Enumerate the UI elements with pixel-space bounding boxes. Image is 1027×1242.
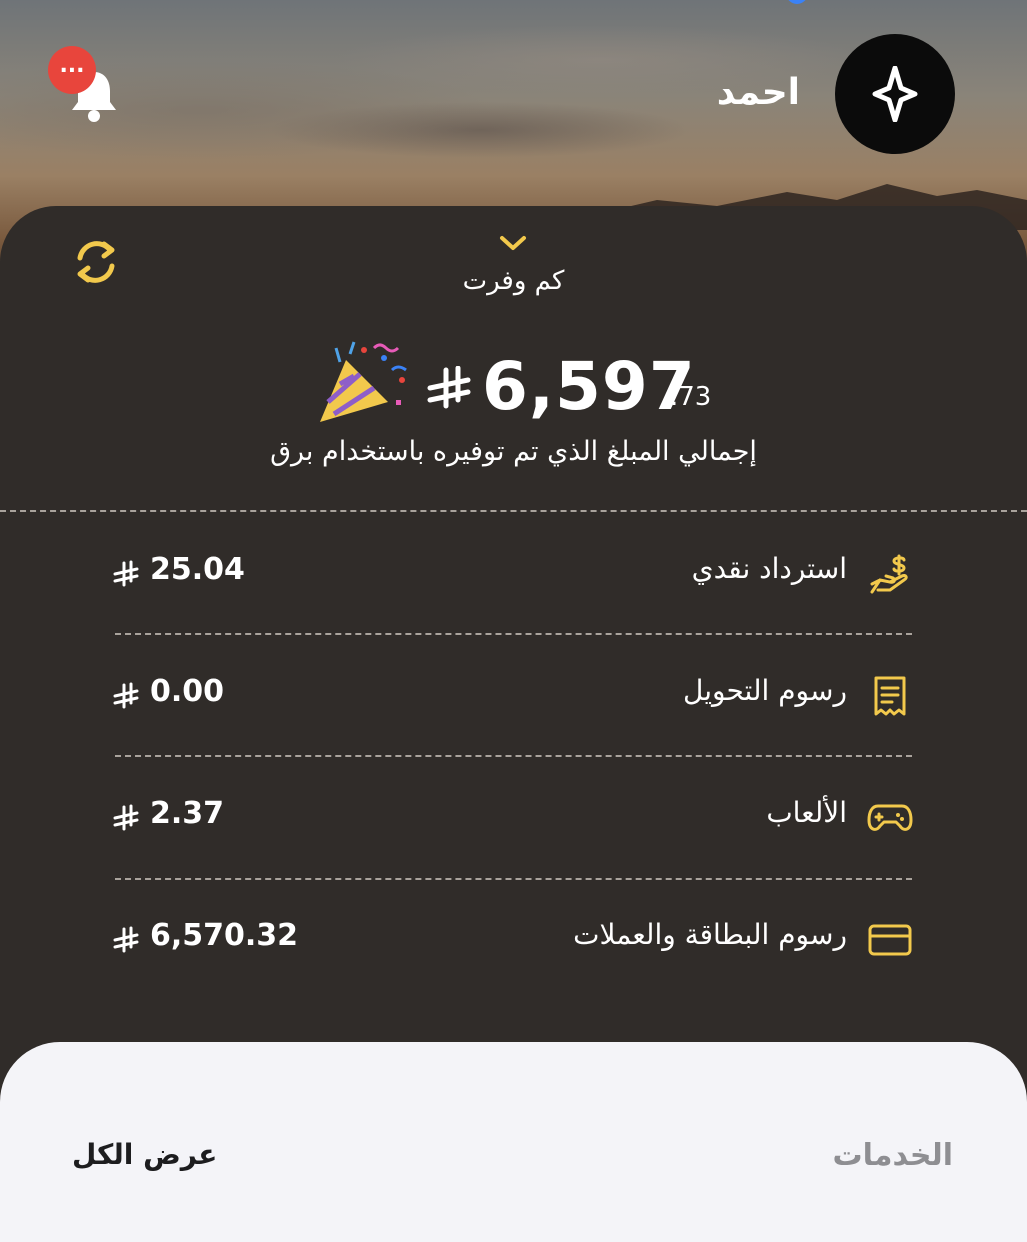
savings-subtitle: إجمالي المبلغ الذي تم توفيره باستخدام بر… [270,436,757,467]
total-amount: 6,597 [482,348,696,425]
notification-badge: ... [48,46,96,94]
savings-toggle-label[interactable]: كم وفرت [0,266,1027,296]
gamepad-icon [867,804,913,831]
breakdown-label: استرداد نقدي [691,552,847,585]
breakdown-amount: 25.04 [150,552,245,587]
riyal-currency-icon [113,682,139,709]
party-popper-icon [320,341,407,422]
services-title: الخدمات [832,1138,953,1173]
row-divider [115,878,912,880]
row-divider [115,633,912,635]
row-divider [115,755,912,757]
sparkle-logo-icon [872,66,918,122]
riyal-currency-icon [113,804,139,831]
breakdown-amount: 0.00 [150,674,225,709]
riyal-currency-icon [113,560,139,587]
breakdown-label: رسوم البطاقة والعملات [573,918,847,951]
riyal-currency-icon [113,926,139,953]
breakdown-label: الألعاب [766,796,847,829]
breakdown-row-transfer-fees[interactable]: رسوم التحويل 0.00 [0,666,1027,726]
breakdown-label: رسوم التحويل [683,674,847,707]
receipt-icon [874,676,906,716]
credit-card-icon [868,924,912,956]
username: احمد [716,72,800,113]
cashback-hand-icon [870,554,908,594]
total-savings: 6,597 .73 [300,340,730,430]
avatar[interactable] [835,34,955,154]
riyal-currency-icon [427,366,471,409]
breakdown-row-cashback[interactable]: استرداد نقدي 25.04 [0,544,1027,604]
breakdown-amount: 6,570.32 [150,918,299,953]
breakdown-amount: 2.37 [150,796,225,831]
breakdown-row-card-fees[interactable]: رسوم البطاقة والعملات 6,570.32 [0,910,1027,970]
chevron-down-icon[interactable] [498,234,528,254]
view-all-link[interactable]: عرض الكل [72,1138,217,1171]
breakdown-row-games[interactable]: الألعاب 2.37 [0,788,1027,848]
total-amount-decimal: .73 [670,382,712,412]
divider [0,510,1027,512]
